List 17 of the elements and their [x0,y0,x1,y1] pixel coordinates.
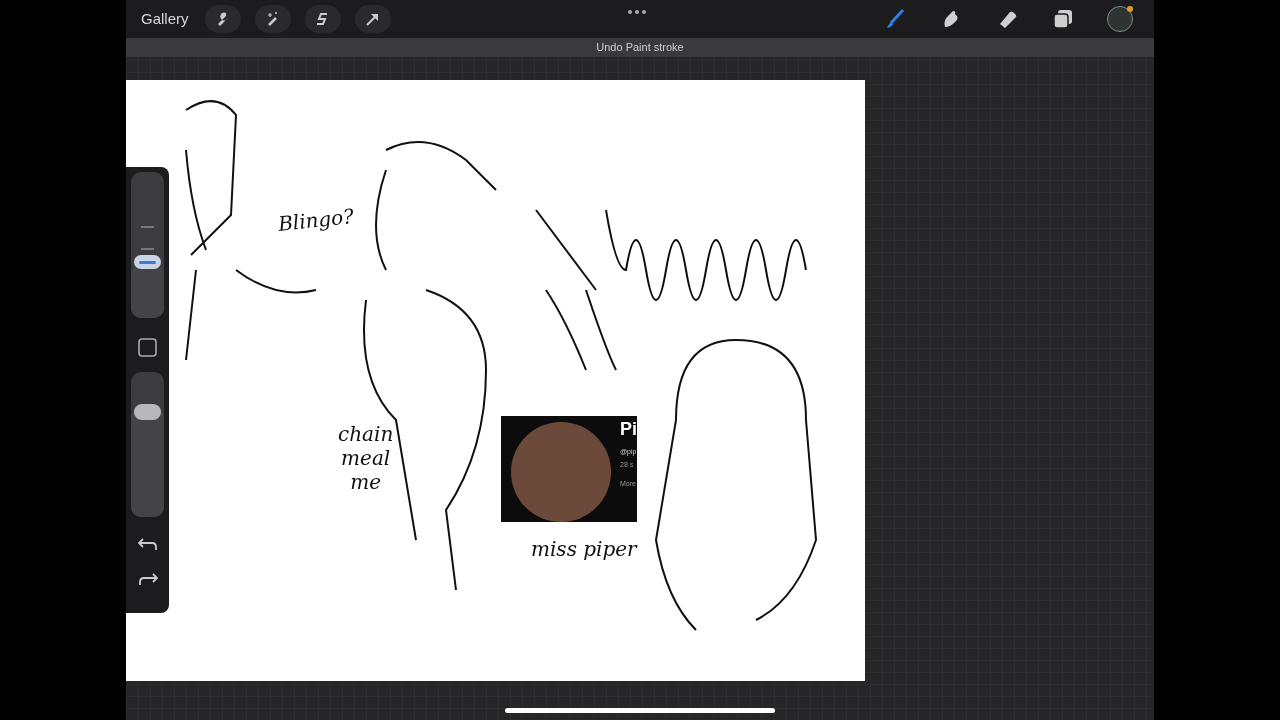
undo-message: Undo Paint stroke [596,40,684,56]
handwritten-text: Blingo? [276,204,355,236]
profile-name: Pi [620,420,637,438]
more-dots-icon[interactable] [627,10,646,14]
slider-thumb[interactable] [134,255,161,270]
opacity-slider[interactable] [131,372,164,517]
selection-s-icon[interactable] [304,5,341,33]
magic-wand-icon[interactable] [254,5,291,33]
layers-icon[interactable] [1051,7,1075,31]
brush-size-slider[interactable] [131,172,164,318]
arrow-cursor-icon[interactable] [354,5,391,33]
modify-square-icon[interactable] [138,338,157,357]
slider-thumb[interactable] [134,404,161,421]
handwritten-text: miss piper [531,537,637,561]
gallery-button[interactable]: Gallery [141,7,189,31]
handwritten-text: chain meal me [338,422,394,494]
color-swatch[interactable] [1107,6,1133,32]
